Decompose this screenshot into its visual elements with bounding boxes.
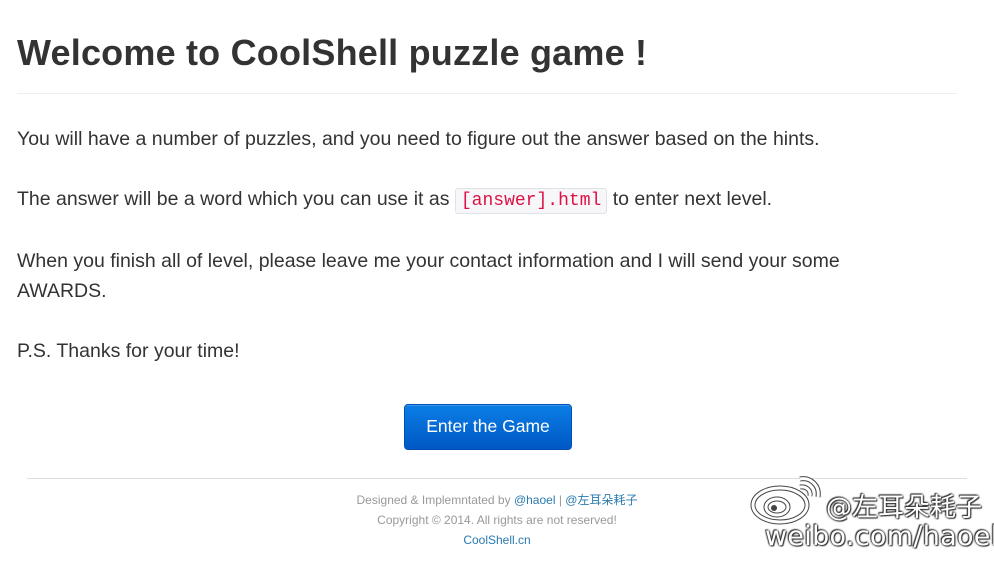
intro-paragraph-thanks: P.S. Thanks for your time! [17,340,240,362]
footer-site-line: CoolShell.cn [27,530,967,550]
page-header: Welcome to CoolShell puzzle game ! [17,22,957,94]
author-link[interactable]: @haoel [514,493,556,507]
footer-credits: Designed & Implemntated by @haoel | @左耳朵… [27,490,967,510]
footer-divider [27,478,967,479]
intro-content: You will have a number of puzzles, and y… [17,124,917,396]
enter-button-wrap: Enter the Game [404,404,572,450]
answer-text-after: to enter next level. [607,188,773,210]
answer-text-before: The answer will be a word which you can … [17,188,455,210]
intro-paragraph-puzzles: You will have a number of puzzles, and y… [17,128,820,150]
footer: Designed & Implemntated by @haoel | @左耳朵… [27,490,967,550]
intro-paragraph-answer: The answer will be a word which you can … [17,184,917,216]
enter-game-button[interactable]: Enter the Game [404,404,572,450]
answer-code: [answer].html [454,188,608,214]
page-title: Welcome to CoolShell puzzle game ! [17,32,648,73]
footer-designed-text: Designed & Implemntated by [356,493,514,507]
site-link[interactable]: CoolShell.cn [463,533,530,547]
footer-separator: | [555,493,566,507]
footer-copyright: Copyright © 2014. All rights are not res… [377,513,617,527]
intro-paragraph-awards: When you finish all of level, please lea… [17,250,840,302]
weibo-link[interactable]: @左耳朵耗子 [565,493,637,507]
